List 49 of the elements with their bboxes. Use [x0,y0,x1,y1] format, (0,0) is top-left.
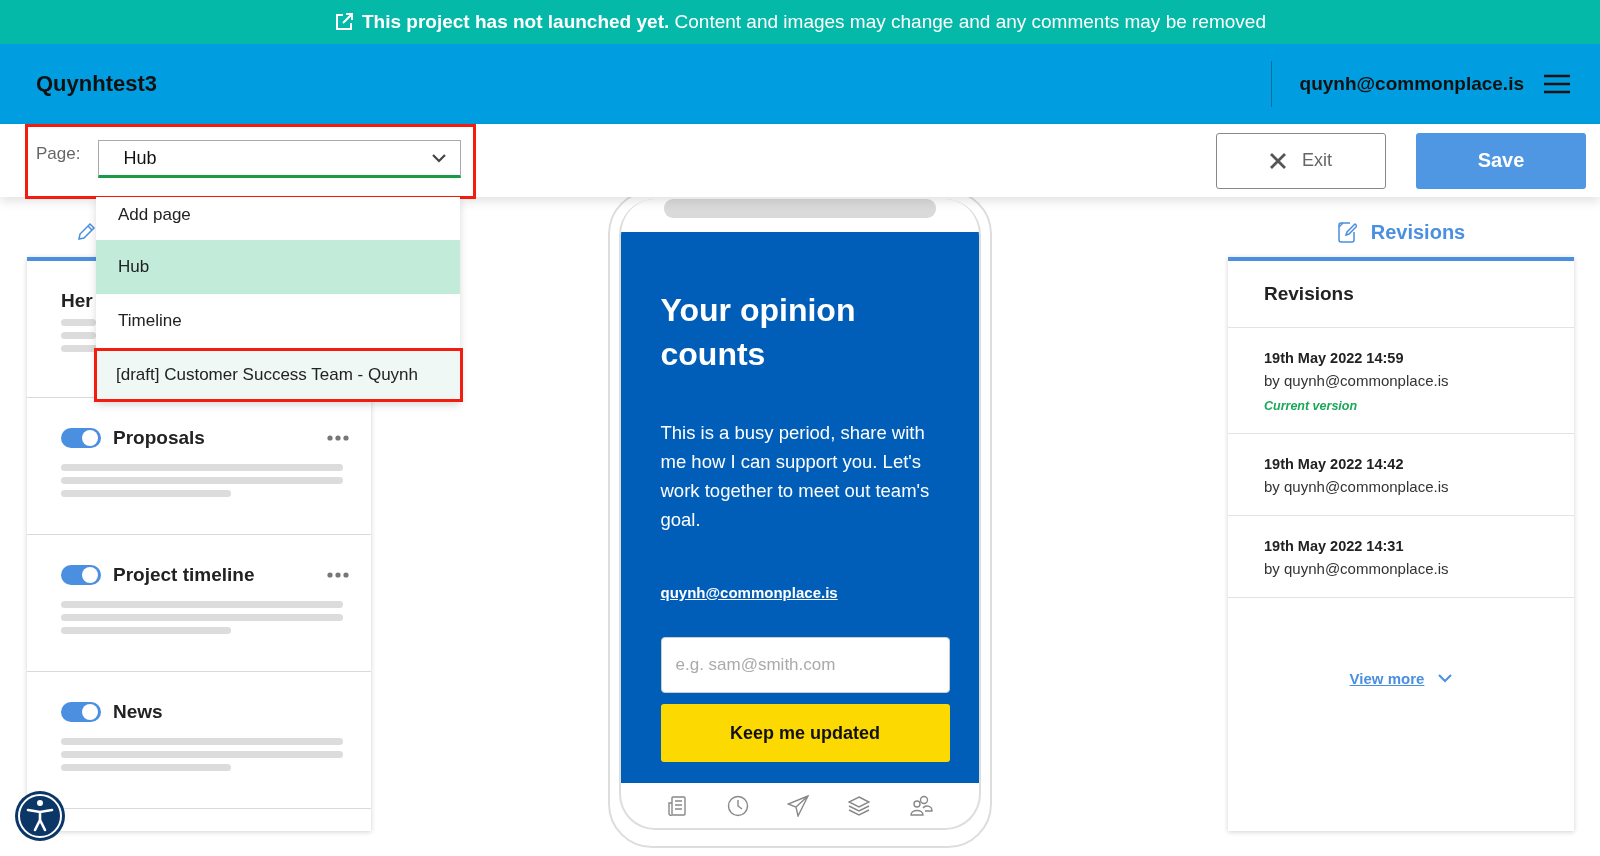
revision-item[interactable]: 19th May 2022 14:31 by quynh@commonplace.is [1228,516,1574,598]
accessibility-button[interactable] [14,790,66,842]
document-icon[interactable] [665,794,688,817]
page-label: Page: [36,143,81,164]
project-title: Quynhtest3 [36,71,159,97]
exit-button[interactable]: Exit [1216,132,1386,189]
user-email: quynh@commonplace.is [1299,73,1524,95]
more-icon[interactable] [327,435,349,441]
send-icon[interactable] [787,794,810,817]
layers-icon[interactable] [848,794,871,817]
more-icon[interactable] [327,572,349,578]
preview-text: This is a busy period, share with me how I can support you. Let's work together to meet out team's goal. [660,421,931,532]
dropdown-option[interactable]: Timeline [96,294,460,348]
clock-icon[interactable] [726,794,749,817]
page-select[interactable]: Hub [98,140,462,178]
revision-item[interactable]: 19th May 2022 14:42 by quynh@commonplace.is [1228,434,1574,516]
chevron-down-icon [1438,674,1453,683]
revision-date: 19th May 2022 14:59 [1264,350,1405,366]
keep-updated-button[interactable]: Keep me updated [660,704,950,762]
section-title: Her [61,290,94,312]
edit-document-icon[interactable] [1336,221,1357,243]
toggle-switch[interactable] [61,565,101,585]
revision-date: 19th May 2022 14:42 [1264,456,1405,472]
close-icon [1270,152,1286,169]
panel-title: Revisions [1228,261,1574,328]
revision-date: 19th May 2022 14:31 [1264,538,1405,554]
preview-heading: Your opinion counts [660,291,857,374]
revision-author: by quynh@commonplace.is [1264,478,1450,495]
revision-author: by quynh@commonplace.is [1264,560,1450,577]
dropdown-option[interactable]: Add page [96,197,460,240]
pencil-icon[interactable] [76,222,96,242]
section-title: News [113,701,164,723]
menu-icon[interactable] [1544,74,1570,94]
people-icon[interactable] [909,794,934,817]
email-link[interactable]: quynh@commonplace.is [660,584,838,601]
section-title: Proposals [113,427,206,449]
toggle-switch[interactable] [61,428,101,448]
text-placeholder-drawing [61,319,96,352]
current-version-label: Current version [1264,399,1359,413]
section-title: Project timeline [113,564,256,586]
dropdown-option[interactable]: [draft] Customer Success Team - Quynh [94,348,463,402]
email-field[interactable]: e.g. sam@smith.com [660,637,950,693]
revision-item[interactable]: 19th May 2022 14:59 by quynh@commonplace.is Current version [1228,328,1574,434]
chevron-down-icon [432,153,447,163]
banner-message: This project has not launched yet. Content and images may change and any comments may be removed [362,11,1266,33]
dropdown-option[interactable]: Hub [96,240,460,294]
revision-author: by quynh@commonplace.is [1264,372,1450,389]
external-link-icon [334,12,354,32]
toggle-switch[interactable] [61,702,101,722]
